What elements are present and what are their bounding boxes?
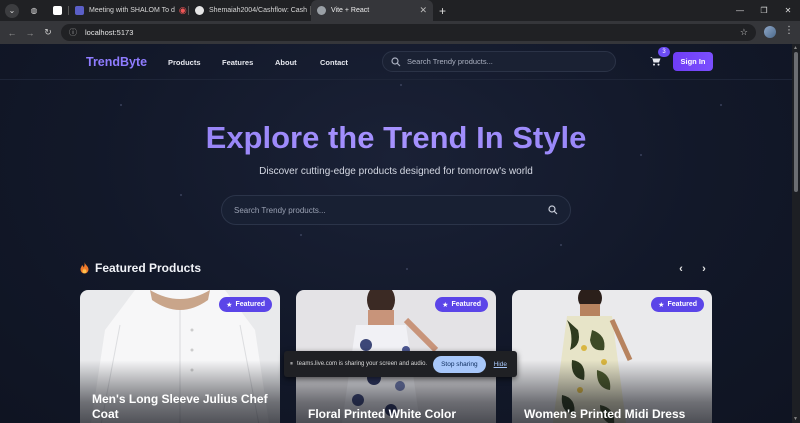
featured-badge-label: Featured [235,301,265,308]
reload-icon[interactable]: ↻ [39,27,57,38]
cart-icon[interactable] [650,56,661,66]
forward-icon[interactable]: → [21,28,39,38]
scroll-up-icon[interactable]: ▲ [793,45,798,51]
hide-link[interactable]: Hide [494,361,507,368]
tab-active-title: Vite + React [331,7,370,14]
tab-search-icon[interactable]: ⌄ [5,3,19,18]
featured-heading-text: Featured Products [95,261,202,275]
site-logo[interactable]: TrendByte [86,55,147,69]
share-message: teams.live.com is sharing your screen an… [297,361,428,367]
featured-badge: ★ Featured [435,297,488,312]
scrollbar-thumb[interactable] [794,52,798,192]
new-tab-button[interactable]: + [439,4,446,18]
carousel-prev-icon[interactable]: ‹ [672,260,690,278]
url-field[interactable]: ⓘ localhost:5173 ☆ [61,24,756,41]
globe-icon[interactable]: ◍ [27,4,41,18]
star-dot [406,268,408,270]
fire-icon [80,262,89,274]
github-icon [195,6,204,15]
hero-search-input[interactable]: Search Trendy products... [221,195,571,225]
product-card[interactable]: ★ Featured Women's Printed Midi Dress [512,290,712,423]
product-title: Men's Long Sleeve Julius Chef Coat [92,392,268,421]
globe-icon [317,6,326,15]
tab-2-title: Meeting with SHALOM To d [89,7,175,14]
restore-icon[interactable]: ❐ [752,6,776,15]
product-title: Women's Printed Midi Dress [524,407,686,421]
search-icon [391,56,401,66]
hero-title: Explore the Trend In Style [0,120,792,156]
star-dot [560,244,562,246]
star-icon: ★ [442,301,449,309]
site-info-icon[interactable]: ⓘ [69,27,77,38]
nav-link-features[interactable]: Features [222,58,253,67]
screen-share-bar: ⏸ teams.live.com is sharing your screen … [284,351,517,377]
back-icon[interactable]: ← [3,28,21,38]
close-tab-icon[interactable]: ✕ [415,5,427,16]
stop-sharing-button[interactable]: Stop sharing [433,355,486,373]
browser-menu-icon[interactable]: ⋮ [784,25,794,36]
nav-search-input[interactable]: Search Trendy products... [382,51,616,72]
featured-badge: ★ Featured [651,297,704,312]
recording-icon: ◉ [178,5,187,15]
nav-link-about[interactable]: About [275,58,297,67]
featured-badge: ★ Featured [219,297,272,312]
pause-icon: ⏸ [290,360,294,367]
star-dot [180,194,182,196]
star-icon: ★ [658,301,665,309]
bookmark-star-icon[interactable]: ☆ [740,27,748,38]
hero-subtitle: Discover cutting-edge products designed … [259,166,533,177]
nav-link-contact[interactable]: Contact [320,58,348,67]
star-dot [400,84,402,86]
star-icon: ★ [226,301,233,309]
nav-link-products[interactable]: Products [168,58,201,67]
close-window-icon[interactable]: ✕ [776,6,800,15]
featured-heading: Featured Products [80,261,201,275]
browser-tab-bar: ⌄ ◍ Meeting with SHALOM To d ◉ Shemaiah2… [0,0,800,21]
page-scrollbar[interactable]: ▲ ▼ [792,44,800,423]
tab-3[interactable]: Shemaiah2004/Cashflow: Cash [189,0,311,21]
search-icon[interactable] [548,205,558,215]
star-dot [300,234,302,236]
sign-in-button[interactable]: Sign In [673,52,713,71]
tab-3-title: Shemaiah2004/Cashflow: Cash [209,7,308,14]
product-title: Floral Printed White Color [308,407,457,421]
tab-2[interactable]: Meeting with SHALOM To d ◉ [69,0,189,21]
profile-avatar[interactable] [764,26,776,38]
address-bar-row: ← → ↻ ⓘ localhost:5173 ☆ [0,21,800,44]
star-dot [120,104,122,106]
tab-favicon-icon [53,6,62,15]
featured-badge-label: Featured [667,301,697,308]
featured-badge-label: Featured [451,301,481,308]
teams-icon [75,6,84,15]
tab-active[interactable]: Vite + React ✕ [311,0,433,21]
product-card[interactable]: ★ Featured Men's Long Sleeve Julius Chef … [80,290,280,423]
star-dot [720,104,722,106]
tab-1[interactable] [47,0,69,21]
nav-search-placeholder: Search Trendy products... [407,57,493,66]
scroll-down-icon[interactable]: ▼ [793,416,798,422]
cart-count-badge: 3 [658,47,670,57]
hero-search-placeholder: Search Trendy products... [234,205,326,215]
minimize-icon[interactable]: — [728,6,752,15]
carousel-next-icon[interactable]: › [695,260,713,278]
url-text: localhost:5173 [85,28,134,37]
window-controls: — ❐ ✕ [728,0,800,21]
site-navbar: TrendByte Products Features About Contac… [0,44,792,80]
